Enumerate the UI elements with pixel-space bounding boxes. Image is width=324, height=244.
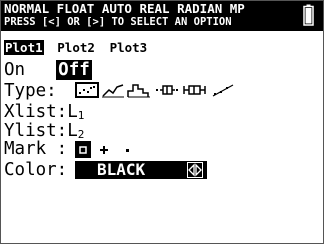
xyline-plot-icon[interactable] [101,82,125,98]
plus-mark-icon[interactable] [97,141,111,158]
scatter-plot-icon[interactable] [75,82,99,98]
square-mark-icon[interactable] [75,141,91,158]
dot-mark-icon[interactable] [123,141,133,158]
normal-probability-plot-icon[interactable] [211,82,235,98]
xlist-value[interactable]: L1 [67,102,84,122]
plot-tabs: Plot1 Plot2 Plot3 [4,37,151,55]
xlist-row: Xlist:L1 [4,102,84,122]
off-option[interactable]: Off [56,60,92,80]
ylist-value[interactable]: L2 [67,121,84,141]
tab-plot2[interactable]: Plot2 [56,40,96,55]
color-row: Color: [4,160,67,180]
color-selector[interactable]: BLACK [75,160,207,179]
ylist-row: Ylist:L2 [4,121,84,141]
mode-status-text: NORMAL FLOAT AUTO REAL RADIAN MP [4,1,245,16]
tab-plot3[interactable]: Plot3 [109,40,149,55]
xlist-label: Xlist: [4,102,68,122]
mark-label: Mark : [4,139,68,159]
ylist-list-name: L [67,121,78,141]
left-right-arrows-icon[interactable] [187,162,203,178]
status-bar: NORMAL FLOAT AUTO REAL RADIAN MP PRESS [… [1,1,323,31]
on-option[interactable]: On [4,60,25,80]
type-label: Type: [4,81,57,101]
calculator-screen: NORMAL FLOAT AUTO REAL RADIAN MP PRESS [… [0,0,324,244]
battery-icon [303,4,314,26]
ylist-label: Ylist: [4,121,68,141]
tab-plot1[interactable]: Plot1 [4,40,44,55]
modified-boxplot-icon[interactable] [155,82,179,98]
type-row: Type: [4,81,57,101]
hint-text: PRESS [<] OR [>] TO SELECT AN OPTION [4,16,232,28]
boxplot-icon[interactable] [183,82,207,98]
color-value: BLACK [97,160,146,179]
mark-row: Mark : [4,139,67,159]
histogram-icon[interactable] [127,82,151,98]
xlist-list-name: L [67,102,78,122]
on-off-row: On Off [4,60,92,80]
color-label: Color: [4,160,68,180]
ylist-subscript: 2 [77,128,85,141]
